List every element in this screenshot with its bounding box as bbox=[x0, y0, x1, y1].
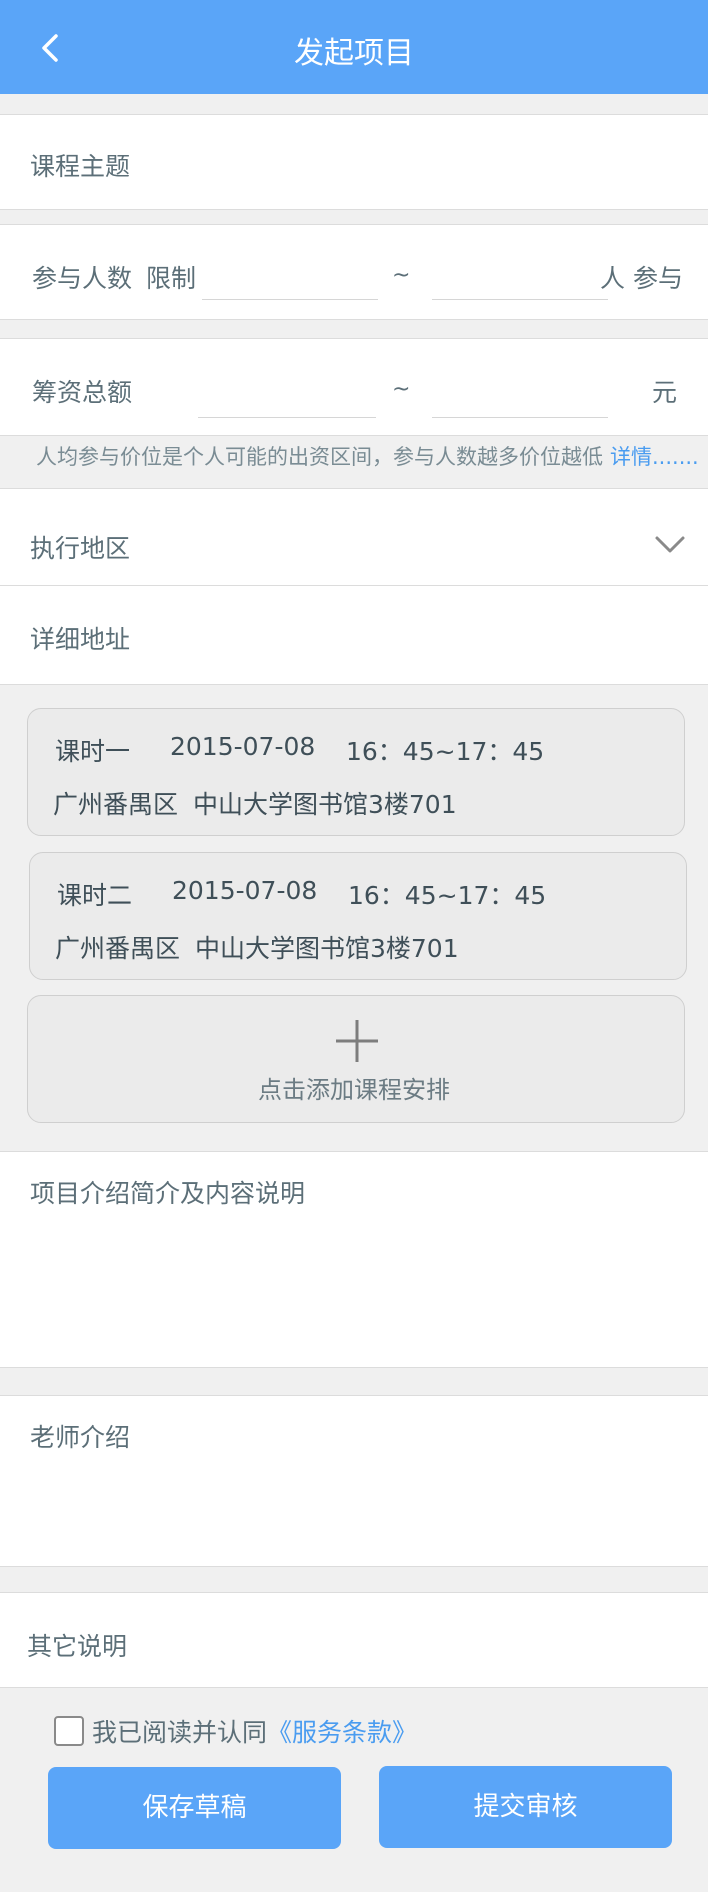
agreement-label: 我已阅读并认同 bbox=[92, 1718, 268, 1747]
funding-min-input[interactable] bbox=[198, 417, 376, 418]
participants-row: 参与人数 限制 ~ 人 参与 bbox=[0, 224, 708, 320]
funding-label: 筹资总额 bbox=[32, 378, 133, 407]
course-topic-placeholder: 课程主题 bbox=[30, 152, 131, 181]
terms-of-service-link[interactable]: 《服务条款》 bbox=[267, 1718, 417, 1747]
session-card[interactable]: 课时二 2015-07-08 16：45~17：45 广州番禺区 中山大学图书馆… bbox=[29, 852, 687, 980]
session-district: 广州番禺区 bbox=[53, 790, 179, 819]
chevron-down-icon[interactable] bbox=[654, 535, 686, 555]
session-time: 16：45~17：45 bbox=[348, 881, 547, 910]
participants-suffix: 人 参与 bbox=[600, 264, 683, 293]
project-intro-placeholder: 项目介绍简介及内容说明 bbox=[30, 1179, 306, 1208]
other-notes-field[interactable]: 其它说明 bbox=[0, 1592, 708, 1688]
plus-icon[interactable] bbox=[336, 1020, 378, 1062]
header-bar: 发起项目 bbox=[0, 0, 708, 94]
session-card[interactable]: 课时一 2015-07-08 16：45~17：45 广州番禺区 中山大学图书馆… bbox=[27, 708, 685, 836]
participants-label: 参与人数 bbox=[32, 264, 133, 293]
session-location: 中山大学图书馆3楼701 bbox=[193, 790, 457, 819]
funding-range-separator: ~ bbox=[392, 377, 411, 402]
address-field[interactable]: 详细地址 bbox=[0, 585, 708, 685]
session-time: 16：45~17：45 bbox=[346, 737, 545, 766]
course-topic-field[interactable]: 课程主题 bbox=[0, 114, 708, 210]
participants-min-input[interactable] bbox=[202, 299, 378, 300]
participants-max-input[interactable] bbox=[432, 299, 608, 300]
price-hint-text: 人均参与价位是个人可能的出资区间，参与人数越多价位越低 bbox=[36, 445, 603, 469]
region-select[interactable]: 执行地区 bbox=[0, 488, 708, 586]
funding-unit: 元 bbox=[652, 378, 678, 407]
session-location: 中山大学图书馆3楼701 bbox=[195, 934, 459, 963]
teacher-intro-placeholder: 老师介绍 bbox=[30, 1423, 131, 1452]
funding-max-input[interactable] bbox=[432, 417, 608, 418]
agreement-checkbox[interactable] bbox=[54, 1716, 84, 1746]
participants-limit-label: 限制 bbox=[146, 264, 197, 293]
submit-review-button[interactable]: 提交审核 bbox=[379, 1766, 672, 1848]
save-draft-button[interactable]: 保存草稿 bbox=[48, 1767, 341, 1849]
page-title: 发起项目 bbox=[294, 36, 414, 71]
add-session-label: 点击添加课程安排 bbox=[258, 1076, 450, 1104]
session-date: 2015-07-08 bbox=[172, 876, 318, 905]
funding-row: 筹资总额 ~ 元 bbox=[0, 338, 708, 436]
price-hint-details-link[interactable]: 详情....... bbox=[610, 441, 699, 471]
session-name: 课时一 bbox=[55, 737, 131, 766]
session-district: 广州番禺区 bbox=[55, 934, 181, 963]
address-placeholder: 详细地址 bbox=[30, 625, 131, 654]
project-intro-textarea[interactable]: 项目介绍简介及内容说明 bbox=[0, 1151, 708, 1368]
region-label: 执行地区 bbox=[30, 534, 131, 563]
session-name: 课时二 bbox=[57, 881, 133, 910]
agreement-text: 我已阅读并认同《服务条款》 bbox=[92, 1713, 417, 1749]
participants-range-separator: ~ bbox=[392, 263, 411, 288]
other-notes-placeholder: 其它说明 bbox=[27, 1632, 128, 1661]
teacher-intro-textarea[interactable]: 老师介绍 bbox=[0, 1395, 708, 1567]
session-date: 2015-07-08 bbox=[170, 732, 316, 761]
